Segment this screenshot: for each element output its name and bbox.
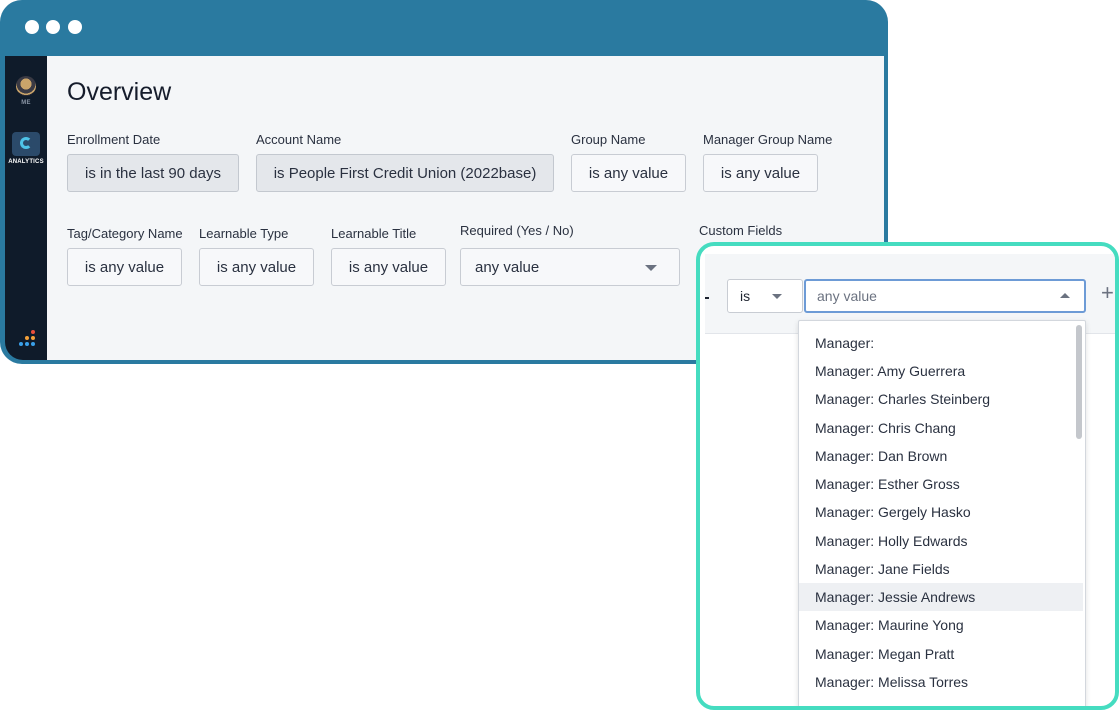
sidebar-item-label: ME: [21, 100, 31, 106]
dropdown-option[interactable]: Manager: Holly Edwards: [799, 527, 1083, 555]
custom-field-value-placeholder: any value: [817, 288, 877, 304]
required-select-value: any value: [475, 258, 540, 276]
custom-fields-popover: is any value + Manager: Manager: Amy Gue…: [696, 242, 1119, 710]
app-sidebar: ME ANALYTICS: [5, 56, 47, 360]
account-name-filter[interactable]: is People First Credit Union (2022base): [256, 154, 554, 192]
manager-group-name-filter[interactable]: is any value: [703, 154, 818, 192]
dropdown-option[interactable]: Manager: Melissa Torres: [799, 668, 1083, 696]
filter-label-custom-fields: Custom Fields: [699, 223, 783, 238]
avatar: [16, 76, 36, 96]
window-close-dot[interactable]: [25, 20, 39, 34]
sidebar-item-analytics[interactable]: ANALYTICS: [5, 132, 47, 165]
filter-label-tag-category-name: Tag/Category Name: [67, 226, 183, 241]
learnable-type-filter[interactable]: is any value: [199, 248, 314, 286]
dropdown-option[interactable]: Manager: Charles Steinberg: [799, 385, 1083, 413]
dropdown-option[interactable]: Manager: Jane Fields: [799, 555, 1083, 583]
filter-label-manager-group-name: Manager Group Name: [703, 132, 833, 147]
window-minimize-dot[interactable]: [46, 20, 60, 34]
operator-select[interactable]: is: [727, 279, 803, 313]
custom-field-options-dropdown[interactable]: Manager: Manager: Amy Guerrera Manager: …: [798, 320, 1086, 706]
page-title: Overview: [67, 78, 172, 106]
app-launcher-icon[interactable]: [17, 330, 37, 350]
window-maximize-dot[interactable]: [68, 20, 82, 34]
tag-category-name-filter[interactable]: is any value: [67, 248, 182, 286]
filter-label-learnable-title: Learnable Title: [331, 226, 417, 241]
filter-label-learnable-type: Learnable Type: [199, 226, 289, 241]
dropdown-scrollbar[interactable]: [1076, 325, 1082, 439]
filter-label-required: Required (Yes / No): [460, 223, 574, 238]
chevron-down-icon: [772, 294, 782, 299]
custom-field-value-input[interactable]: any value: [804, 279, 1086, 313]
group-name-filter[interactable]: is any value: [571, 154, 686, 192]
dropdown-option[interactable]: Manager: Amy Guerrera: [799, 357, 1083, 385]
sidebar-item-me[interactable]: ME: [5, 76, 47, 106]
divider: [705, 297, 709, 299]
required-select[interactable]: any value: [460, 248, 680, 286]
enrollment-date-filter[interactable]: is in the last 90 days: [67, 154, 239, 192]
operator-select-value: is: [740, 288, 751, 304]
filter-label-group-name: Group Name: [571, 132, 646, 147]
analytics-icon: [12, 132, 40, 156]
learnable-title-filter[interactable]: is any value: [331, 248, 446, 286]
dropdown-option[interactable]: Manager:: [799, 329, 1083, 357]
filter-label-account-name: Account Name: [256, 132, 342, 147]
dropdown-option[interactable]: Manager: Gergely Hasko: [799, 498, 1083, 526]
dropdown-option[interactable]: Manager: Esther Gross: [799, 470, 1083, 498]
dropdown-option[interactable]: Manager: Chris Chang: [799, 414, 1083, 442]
window-titlebar: [0, 0, 888, 56]
dropdown-option[interactable]: Manager: Maurine Yong: [799, 611, 1083, 639]
dropdown-option-hovered[interactable]: Manager: Jessie Andrews: [799, 583, 1083, 611]
chevron-down-icon: [645, 265, 657, 271]
filter-label-enrollment-date: Enrollment Date: [67, 132, 161, 147]
dropdown-option[interactable]: Manager: Megan Pratt: [799, 640, 1083, 668]
dropdown-option[interactable]: Manager: Dan Brown: [799, 442, 1083, 470]
chevron-up-icon: [1060, 293, 1070, 298]
sidebar-item-label: ANALYTICS: [8, 159, 44, 165]
add-filter-button[interactable]: +: [1101, 281, 1114, 305]
